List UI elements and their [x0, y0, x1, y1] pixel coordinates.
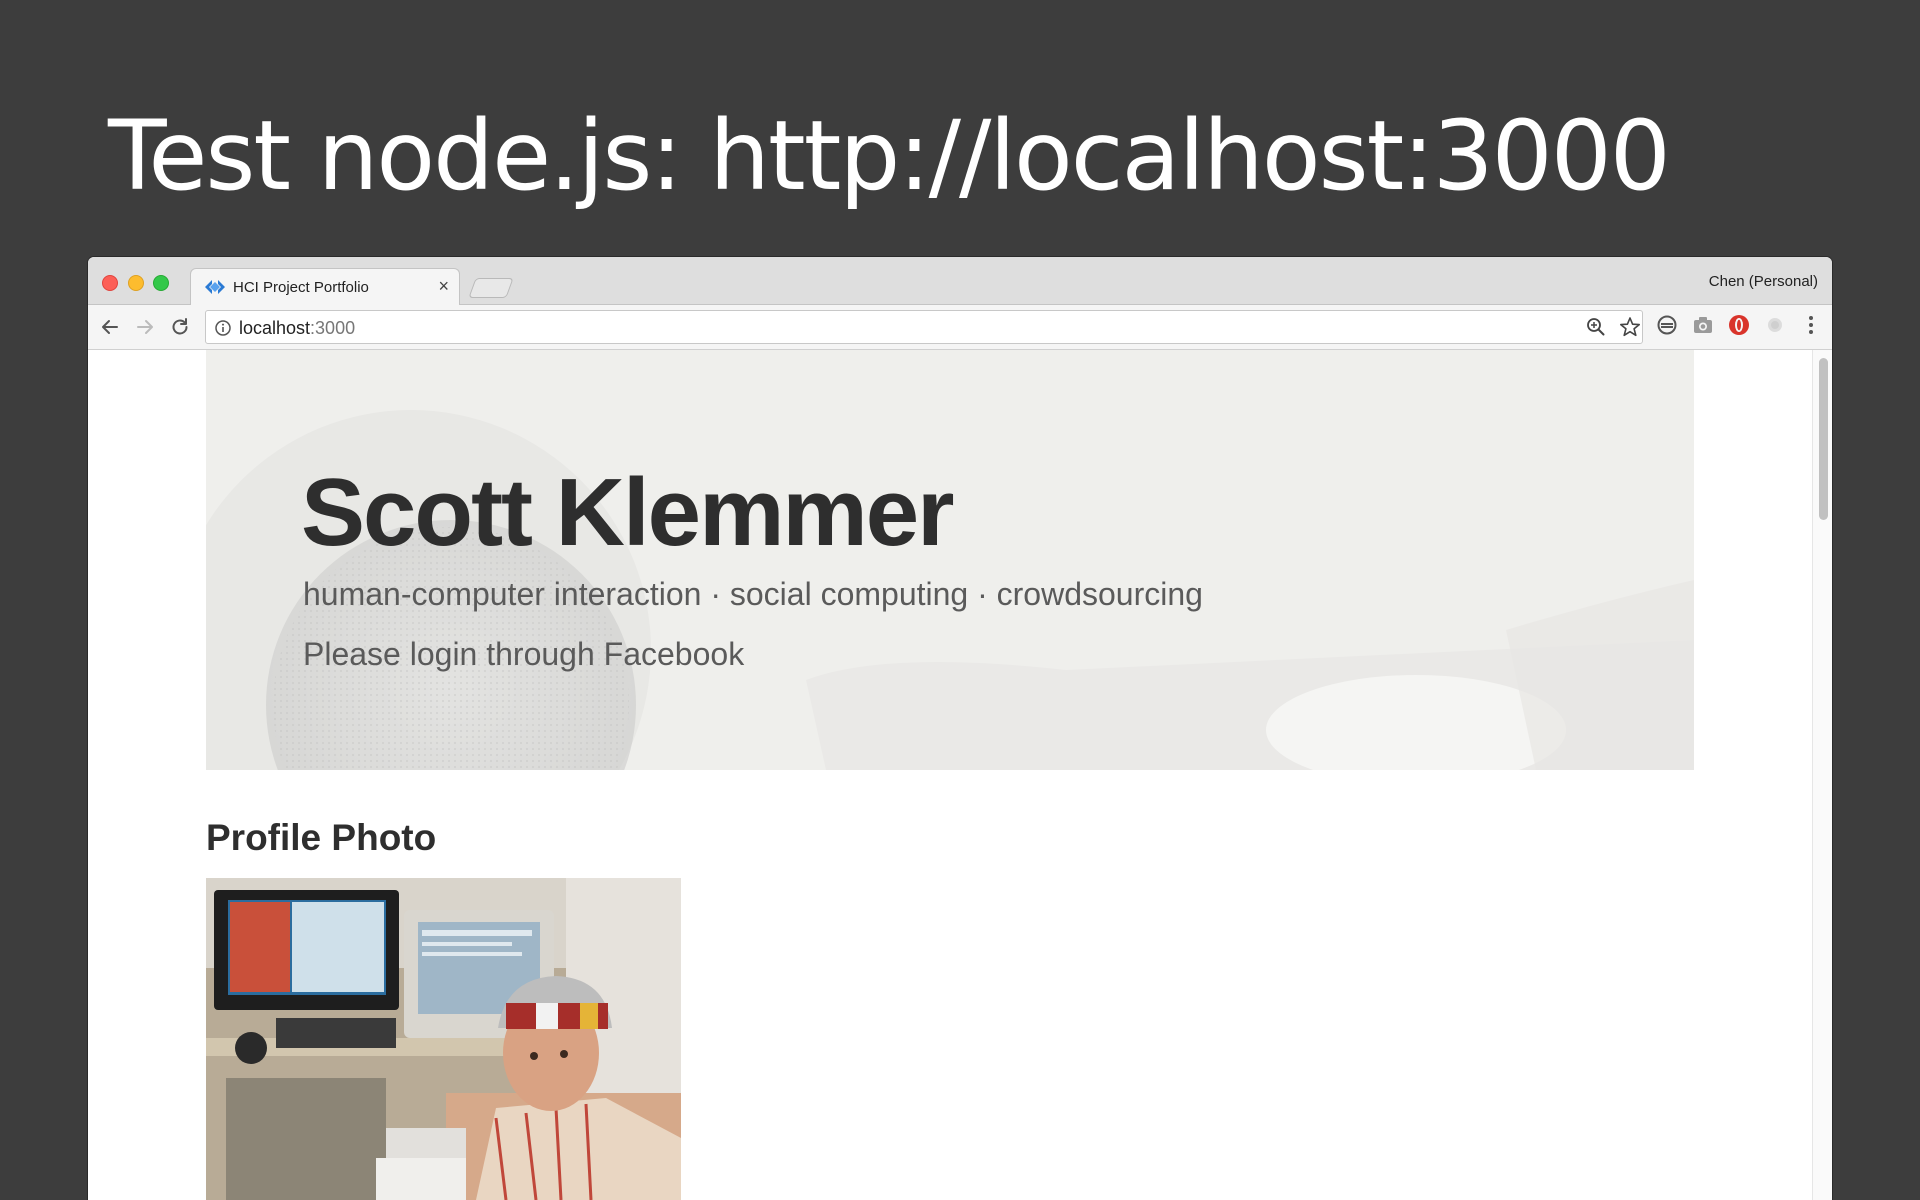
new-tab-button[interactable] [468, 278, 514, 298]
diamond-arrows-icon [205, 279, 225, 295]
facebook-login-prompt[interactable]: Please login through Facebook [303, 636, 744, 673]
profile-button[interactable]: Chen (Personal) [1709, 273, 1818, 290]
address-bar[interactable]: localhost:3000 [205, 310, 1643, 344]
browser-toolbar: localhost:3000 [88, 305, 1832, 350]
url-port: :3000 [310, 318, 356, 338]
tab-close-icon[interactable]: × [438, 276, 449, 296]
url-host: localhost [239, 318, 311, 338]
zoom-icon[interactable] [1585, 316, 1607, 338]
scrollbar-thumb[interactable] [1819, 358, 1828, 520]
hero-banner: Scott Klemmer human-computer interaction… [206, 350, 1694, 770]
tab-hci-project-portfolio[interactable]: HCI Project Portfolio × [190, 268, 460, 305]
minimize-window-button[interactable] [128, 275, 144, 291]
camera-icon[interactable] [1691, 313, 1715, 337]
back-arrow-icon[interactable] [97, 314, 123, 340]
title-bar: HCI Project Portfolio × Chen (Personal) [88, 257, 1832, 305]
opera-extension-icon[interactable] [1727, 313, 1751, 337]
extension-icon[interactable] [1763, 313, 1787, 337]
forward-arrow-icon[interactable] [132, 314, 158, 340]
star-icon[interactable] [1619, 316, 1641, 338]
research-areas-tagline: human-computer interaction · social comp… [303, 576, 1203, 612]
profile-photo-heading: Profile Photo [206, 817, 437, 858]
slide-title: Test node.js: http://localhost:3000 [108, 100, 1671, 212]
menu-icon[interactable] [1799, 313, 1823, 337]
browser-window: HCI Project Portfolio × Chen (Personal) … [88, 257, 1832, 1200]
url-text: localhost:3000 [239, 318, 355, 339]
close-window-button[interactable] [102, 275, 118, 291]
portfolio-owner-name: Scott Klemmer [301, 459, 955, 566]
vertical-scrollbar[interactable] [1812, 350, 1832, 1200]
maximize-window-button[interactable] [153, 275, 169, 291]
profile-photo [206, 878, 681, 1200]
tab-title: HCI Project Portfolio [233, 279, 369, 296]
reload-icon[interactable] [167, 314, 193, 340]
page-viewport: Scott Klemmer human-computer interaction… [88, 350, 1812, 1200]
person-at-computer-photo [206, 878, 681, 1200]
sync-extension-icon[interactable] [1655, 313, 1679, 337]
info-icon[interactable] [214, 319, 232, 337]
